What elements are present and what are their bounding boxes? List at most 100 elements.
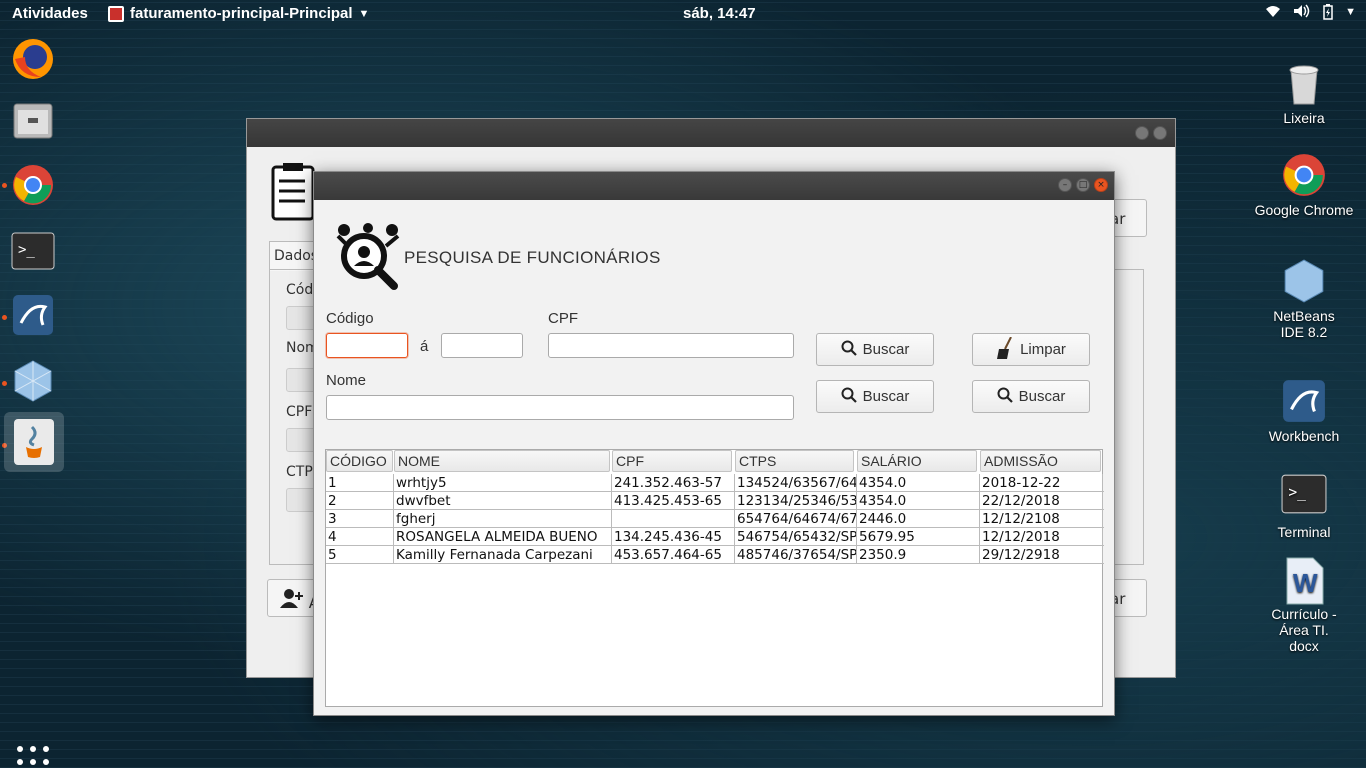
minimize-button[interactable]: – (1058, 178, 1072, 192)
dock-files[interactable] (10, 98, 56, 144)
dock-mysql-workbench[interactable] (10, 292, 56, 338)
wifi-icon (1265, 4, 1281, 24)
cell-salario: 2446.0 (857, 510, 980, 528)
search-dialog[interactable]: – □ × PESQUISA DE FUNCIONÁRIOS Código á … (313, 171, 1115, 716)
app-menu[interactable]: faturamento-principal-Principal ▼ (108, 5, 369, 22)
netbeans-icon (1281, 258, 1327, 304)
cell-nome: ROSANGELA ALMEIDA BUENO (394, 528, 612, 546)
dock-terminal[interactable]: >_ (10, 228, 56, 274)
desktop-icon-chrome[interactable]: Google Chrome (1254, 152, 1354, 218)
table-row[interactable]: 5 Kamilly Fernanada Carpezani 453.657.46… (326, 546, 1104, 564)
desktop-icon-netbeans[interactable]: NetBeans IDE 8.2 (1254, 258, 1354, 340)
employees-table[interactable]: CÓDIGO NOME CPF CTPS SALÁRIO ADMISSÃO 1 … (325, 449, 1104, 707)
cell-ctps: 654764/64674/67 (737, 510, 857, 528)
bg-label-codigo: Cód (286, 282, 314, 298)
search-icon (841, 387, 857, 407)
cell-codigo: 3 (326, 510, 394, 528)
cell-admissao: 22/12/2018 (980, 492, 1103, 510)
label-codigo: Código (326, 310, 374, 327)
dialog-titlebar[interactable]: – □ × (314, 172, 1114, 200)
buscar-cpf-button[interactable]: Buscar (816, 333, 934, 366)
cell-ctps: 546754/65432/SP (737, 528, 857, 546)
dock-java-app[interactable] (4, 412, 64, 472)
chevron-down-icon: ▼ (358, 7, 370, 20)
top-bar: Atividades faturamento-principal-Princip… (0, 0, 1366, 28)
activities-button[interactable]: Atividades (12, 5, 88, 22)
desktop-icon-workbench[interactable]: Workbench (1254, 378, 1354, 444)
clock[interactable]: sáb, 14:47 (683, 5, 756, 22)
cell-nome: Kamilly Fernanada Carpezani (394, 546, 612, 564)
bg-field-cpf[interactable] (286, 428, 316, 452)
maximize-button[interactable]: □ (1076, 178, 1090, 192)
broom-icon (996, 336, 1014, 363)
mysql-workbench-icon (1281, 378, 1327, 424)
show-applications-button[interactable] (17, 746, 49, 768)
column-header-cpf[interactable]: CPF (612, 450, 732, 472)
battery-icon (1323, 4, 1333, 24)
label-nome: Nome (326, 372, 367, 389)
buscar-all-button[interactable]: Buscar (972, 380, 1090, 413)
cpf-input[interactable] (548, 333, 794, 358)
desktop-icon-label: Terminal (1277, 524, 1331, 540)
firefox-icon (13, 39, 53, 79)
word-document-icon: W (1281, 556, 1327, 605)
limpar-button[interactable]: Limpar (972, 333, 1090, 366)
cell-cpf: 413.425.453-65 (612, 492, 735, 510)
cell-nome: fgherj (394, 510, 612, 528)
cell-ctps: 485746/37654/SP (737, 546, 857, 564)
column-header-ctps[interactable]: CTPS (735, 450, 854, 472)
bg-label-ctps: CTP (286, 464, 313, 480)
desktop-icon-curriculo[interactable]: W Currículo - Área TI. docx (1254, 556, 1354, 654)
desktop-icon-label: NetBeans IDE 8.2 (1273, 308, 1335, 340)
cell-salario: 5679.95 (857, 528, 980, 546)
system-tray[interactable]: ▼ (1265, 4, 1356, 24)
minimize-button[interactable] (1135, 126, 1149, 140)
desktop-icon-label: Currículo - Área TI. docx (1271, 606, 1337, 654)
table-row[interactable]: 2 dwvfbet 413.425.453-65 123134/25346/53… (326, 492, 1104, 510)
app-java-icon (108, 5, 124, 22)
buscar-cpf-label: Buscar (862, 341, 910, 358)
cell-admissao: 2018-12-22 (980, 474, 1103, 492)
java-icon (14, 419, 54, 465)
table-row[interactable]: 1 wrhtjy5 241.352.463-57 134524/63567/64… (326, 474, 1104, 492)
svg-text:>_: >_ (18, 242, 35, 258)
cell-codigo: 4 (326, 528, 394, 546)
trash-icon (1281, 60, 1327, 106)
column-header-admissao[interactable]: ADMISSÃO (980, 450, 1101, 472)
label-cpf: CPF (548, 310, 578, 327)
table-row[interactable]: 3 fgherj 654764/64674/67 2446.0 12/12/21… (326, 510, 1104, 528)
column-header-nome[interactable]: NOME (394, 450, 610, 472)
dock-chrome[interactable] (10, 162, 56, 208)
search-icon (841, 340, 857, 360)
chrome-icon (1281, 152, 1327, 198)
cell-salario: 4354.0 (857, 492, 980, 510)
codigo-from-input[interactable] (326, 333, 408, 358)
cell-salario: 4354.0 (857, 474, 980, 492)
buscar-nome-button[interactable]: Buscar (816, 380, 934, 413)
mysql-workbench-icon (13, 295, 53, 335)
bg-field-ctps[interactable] (286, 488, 316, 512)
volume-icon (1293, 4, 1311, 24)
desktop-icon-label: Lixeira (1283, 110, 1325, 126)
desktop-icon-terminal[interactable]: >_ Terminal (1254, 474, 1354, 540)
close-button[interactable] (1153, 126, 1167, 140)
bg-window-titlebar[interactable] (247, 119, 1175, 147)
column-header-codigo[interactable]: CÓDIGO (326, 450, 393, 472)
cell-cpf (612, 510, 735, 528)
desktop-icon-label: Workbench (1268, 428, 1340, 444)
search-icon (997, 387, 1013, 407)
codigo-to-input[interactable] (441, 333, 523, 358)
bg-field-codigo[interactable] (286, 306, 316, 330)
add-user-icon (280, 589, 309, 612)
nome-input[interactable] (326, 395, 794, 420)
close-button[interactable]: × (1094, 178, 1108, 192)
dock-netbeans[interactable] (10, 358, 56, 404)
column-header-salario[interactable]: SALÁRIO (857, 450, 977, 472)
table-body: 1 wrhtjy5 241.352.463-57 134524/63567/64… (326, 474, 1104, 564)
desktop-icon-trash[interactable]: Lixeira (1254, 60, 1354, 126)
bg-field-nome[interactable] (286, 368, 316, 392)
svg-text:>_: >_ (1288, 484, 1306, 501)
dock-firefox[interactable] (10, 36, 56, 82)
netbeans-icon (14, 360, 52, 402)
table-row[interactable]: 4 ROSANGELA ALMEIDA BUENO 134.245.436-45… (326, 528, 1104, 546)
